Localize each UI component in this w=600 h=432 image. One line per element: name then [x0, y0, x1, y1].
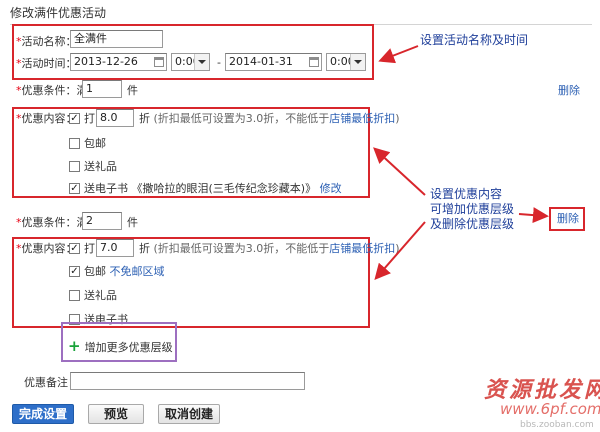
arrow-to-tier1: [373, 147, 426, 196]
arrow-to-tier2: [374, 221, 426, 281]
watermark-sub: bbs.zooban.com: [520, 420, 594, 430]
arrow-to-delete: [518, 207, 549, 224]
arrow-to-name-time: [378, 45, 419, 64]
annotation-arrows: [373, 45, 549, 281]
watermark-site: www.6pf.com: [500, 400, 600, 418]
